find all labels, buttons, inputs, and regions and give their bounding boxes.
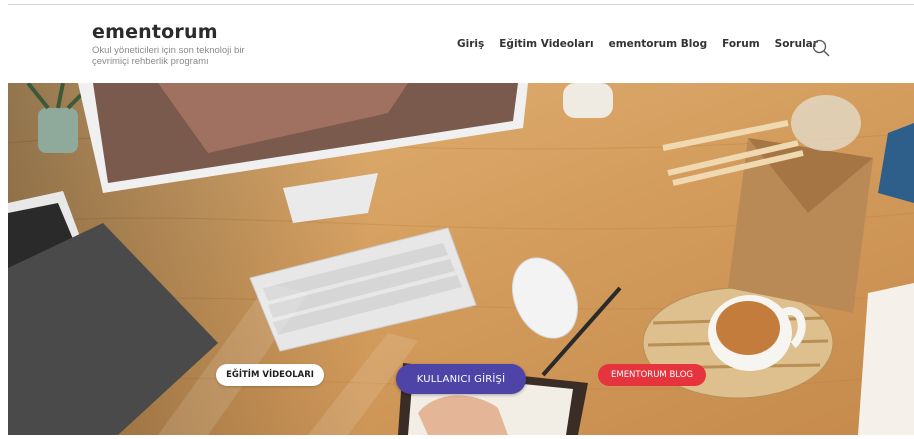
main-nav: Giriş Eğitim Videoları ementorum Blog Fo… — [457, 38, 818, 50]
training-videos-button[interactable]: EĞİTİM VİDEOLARI — [216, 364, 324, 386]
nav-item-ementorum-blog[interactable]: ementorum Blog — [609, 38, 707, 50]
user-login-button[interactable]: KULLANICI GİRİŞİ — [396, 364, 526, 394]
site-tagline: Okul yöneticileri için son teknoloji bir… — [92, 45, 245, 67]
site-header: ementorum Okul yöneticileri için son tek… — [0, 5, 914, 83]
site-logo[interactable]: ementorum — [92, 21, 277, 43]
nav-item-forum[interactable]: Forum — [722, 38, 760, 50]
brand: ementorum Okul yöneticileri için son tek… — [92, 21, 277, 67]
nav-item-giris[interactable]: Giriş — [457, 38, 484, 50]
search-icon[interactable] — [812, 39, 830, 57]
nav-item-egitim-videolari[interactable]: Eğitim Videoları — [499, 38, 593, 50]
page: ementorum Okul yöneticileri için son tek… — [0, 0, 914, 439]
ementorum-blog-button[interactable]: EMENTORUM BLOG — [598, 364, 706, 386]
